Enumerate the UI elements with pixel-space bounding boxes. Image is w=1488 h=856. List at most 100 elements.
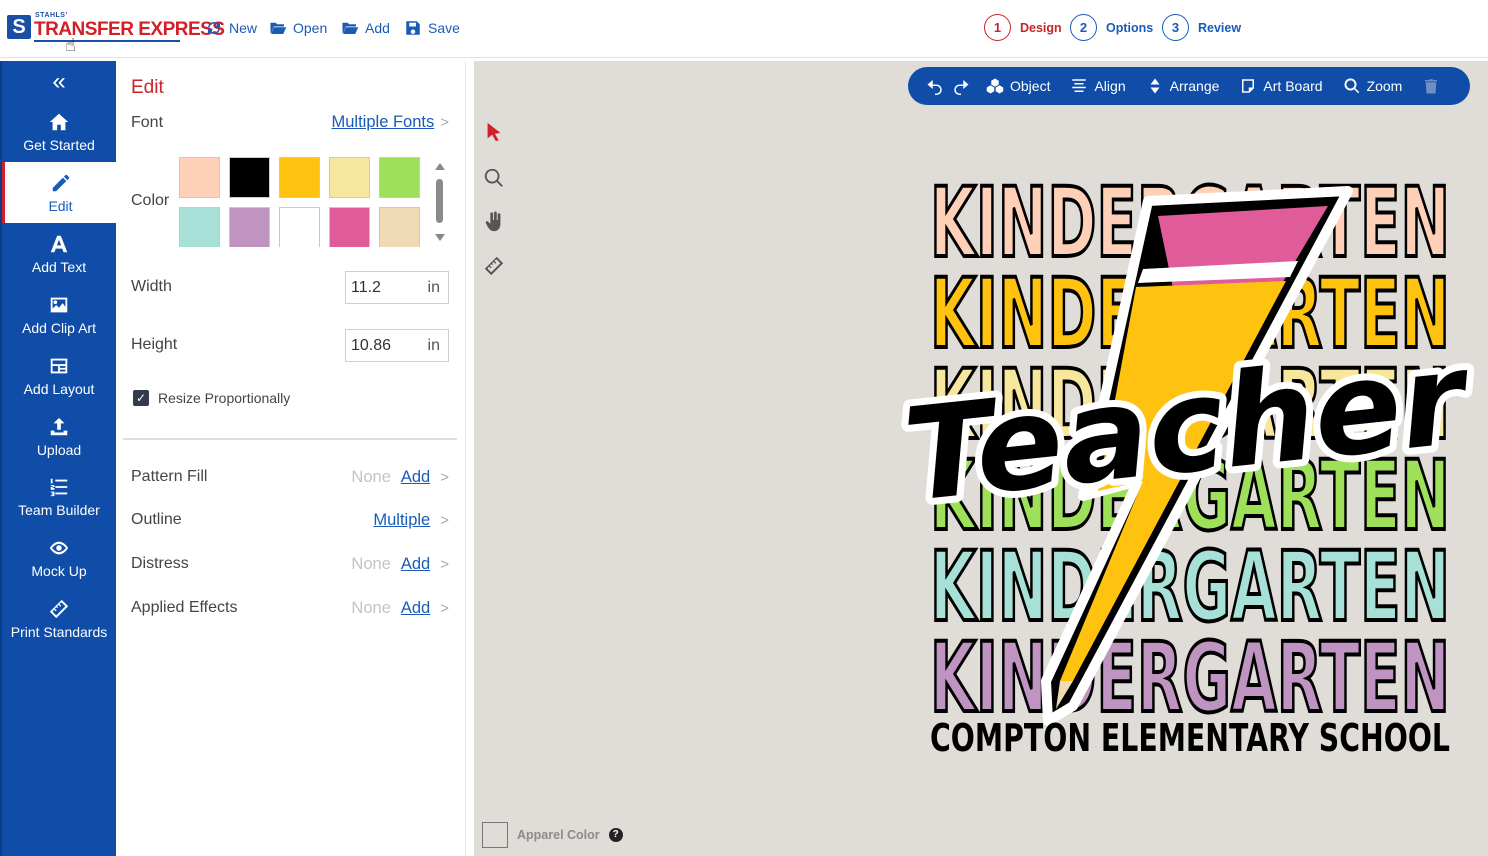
scroll-up-icon[interactable] xyxy=(435,163,445,170)
align-label: Align xyxy=(1094,78,1126,94)
sidebar-item-add-text[interactable]: Add Text xyxy=(2,223,116,284)
new-label: New xyxy=(229,20,258,36)
step-label: Review xyxy=(1198,20,1242,35)
sidebar-item-mock-up[interactable]: Mock Up xyxy=(2,527,116,588)
design-artwork[interactable]: KINDERGARTENKINDERGARTENKINDERGARTENKIND… xyxy=(888,161,1488,761)
color-swatch[interactable] xyxy=(279,207,320,247)
ruler-icon[interactable] xyxy=(483,255,505,277)
select-arrow-icon[interactable] xyxy=(483,121,505,143)
open-label: Open xyxy=(293,20,328,36)
outline-multiple-link[interactable]: Multiple xyxy=(373,511,430,530)
sidebar-item-add-clip-art[interactable]: Add Clip Art xyxy=(2,284,116,345)
step-label: Design xyxy=(1020,20,1062,35)
delete-button[interactable] xyxy=(1422,77,1440,95)
folder-add-icon xyxy=(342,22,359,34)
add-button[interactable]: Add xyxy=(341,17,390,39)
pattern-fill-add-link[interactable]: Add xyxy=(401,468,430,487)
school-name-text: COMPTON ELEMENTARY SCHOOL xyxy=(930,716,1450,760)
search-icon xyxy=(1344,78,1359,94)
font-value-link[interactable]: Multiple Fonts xyxy=(332,113,435,132)
color-swatch[interactable] xyxy=(329,157,370,198)
stahls-transfer-express-logo[interactable]: S STAHLS' TRANSFER EXPRESS ☝ xyxy=(7,11,225,55)
width-label: Width xyxy=(131,278,172,295)
logo-text: TRANSFER EXPRESS xyxy=(34,19,225,40)
folder-open-icon xyxy=(270,22,287,34)
arrange-menu[interactable]: Arrange xyxy=(1146,77,1220,95)
step-review[interactable]: 3 Review xyxy=(1162,14,1241,41)
save-button[interactable]: Save xyxy=(404,17,460,39)
color-swatch[interactable] xyxy=(229,207,270,247)
sidebar-item-team-builder[interactable]: Team Builder xyxy=(2,466,116,527)
save-label: Save xyxy=(428,20,460,36)
pencil-icon xyxy=(52,174,69,191)
height-value: 10.86 xyxy=(351,336,392,354)
undo-icon xyxy=(927,80,942,95)
sidebar-item-get-started[interactable]: Get Started xyxy=(2,101,116,162)
chevron-right-icon: > xyxy=(440,114,449,131)
trash-icon xyxy=(1425,79,1438,94)
object-menu[interactable]: Object xyxy=(986,77,1050,95)
redo-icon xyxy=(954,80,969,95)
chevron-right-icon: > xyxy=(440,469,449,486)
left-sidebar: « Get Started Edit Add Text Add Clip Art… xyxy=(0,61,116,856)
step-design[interactable]: 1 Design xyxy=(984,14,1062,41)
align-icon xyxy=(1072,79,1087,92)
panel-title: Edit xyxy=(131,77,164,98)
resize-label: Resize Proportionally xyxy=(158,390,291,406)
open-button[interactable]: Open xyxy=(269,17,327,39)
applied-effects-add-link[interactable]: Add xyxy=(401,599,430,618)
add-label: Add xyxy=(365,20,390,36)
eye-icon xyxy=(49,541,69,554)
color-swatch[interactable] xyxy=(379,207,420,247)
sidebar-item-label: Team Builder xyxy=(18,501,100,518)
magnify-icon[interactable] xyxy=(483,167,505,189)
distress-add-link[interactable]: Add xyxy=(401,555,430,574)
pattern-fill-controls: None Add > xyxy=(351,468,449,487)
pointer-hand-icon: ☝ xyxy=(65,35,76,55)
text-a-icon xyxy=(50,235,68,252)
hand-icon[interactable] xyxy=(483,211,505,233)
sidebar-item-print-standards[interactable]: Print Standards xyxy=(2,588,116,649)
font-selector[interactable]: Multiple Fonts > xyxy=(332,113,449,132)
swatch-scrollbar[interactable] xyxy=(434,163,446,241)
sidebar-item-upload[interactable]: Upload xyxy=(2,406,116,467)
artboard-icon xyxy=(1242,79,1255,93)
art-board-menu[interactable]: Art Board xyxy=(1239,77,1323,95)
height-field[interactable]: 10.86 in xyxy=(345,329,449,362)
apparel-color-label: Apparel Color xyxy=(517,828,600,842)
undo-button[interactable] xyxy=(926,77,944,95)
color-swatch[interactable] xyxy=(279,157,320,198)
logo-underline xyxy=(34,40,180,42)
double-chevron-left-icon[interactable]: « xyxy=(2,67,116,97)
refresh-icon xyxy=(208,22,220,34)
step-options[interactable]: 2 Options xyxy=(1070,14,1153,41)
upload-icon xyxy=(50,417,68,435)
color-swatch[interactable] xyxy=(179,207,220,247)
layout-icon xyxy=(50,358,68,373)
arrange-label: Arrange xyxy=(1169,78,1220,94)
scroll-thumb[interactable] xyxy=(436,179,443,223)
color-swatch[interactable] xyxy=(329,207,370,247)
new-button[interactable]: New xyxy=(205,17,257,39)
color-swatch[interactable] xyxy=(179,157,220,198)
apparel-color-swatch[interactable] xyxy=(482,822,508,848)
width-field[interactable]: 11.2 in xyxy=(345,271,449,304)
sidebar-item-edit[interactable]: Edit xyxy=(2,162,116,223)
zoom-menu[interactable]: Zoom xyxy=(1343,77,1402,95)
sidebar-item-add-layout[interactable]: Add Layout xyxy=(2,345,116,406)
color-swatch[interactable] xyxy=(229,157,270,198)
chevron-right-icon: > xyxy=(440,556,449,573)
design-canvas[interactable]: Object Align Arrange Art Board Zoom KIND… xyxy=(474,61,1488,856)
align-menu[interactable]: Align xyxy=(1070,77,1126,95)
sidebar-item-label: Mock Up xyxy=(31,562,87,579)
chevron-right-icon: > xyxy=(440,600,449,617)
resize-proportionally-checkbox[interactable]: ✓ Resize Proportionally xyxy=(133,390,290,406)
home-icon xyxy=(49,113,69,130)
image-icon xyxy=(50,297,68,312)
apparel-color-picker[interactable]: Apparel Color ? xyxy=(482,822,623,848)
redo-button[interactable] xyxy=(952,77,970,95)
scroll-down-icon[interactable] xyxy=(435,234,445,241)
top-bar: S STAHLS' TRANSFER EXPRESS ☝ New Open Ad… xyxy=(0,0,1488,58)
color-swatch[interactable] xyxy=(379,157,420,198)
help-icon[interactable]: ? xyxy=(608,828,623,842)
